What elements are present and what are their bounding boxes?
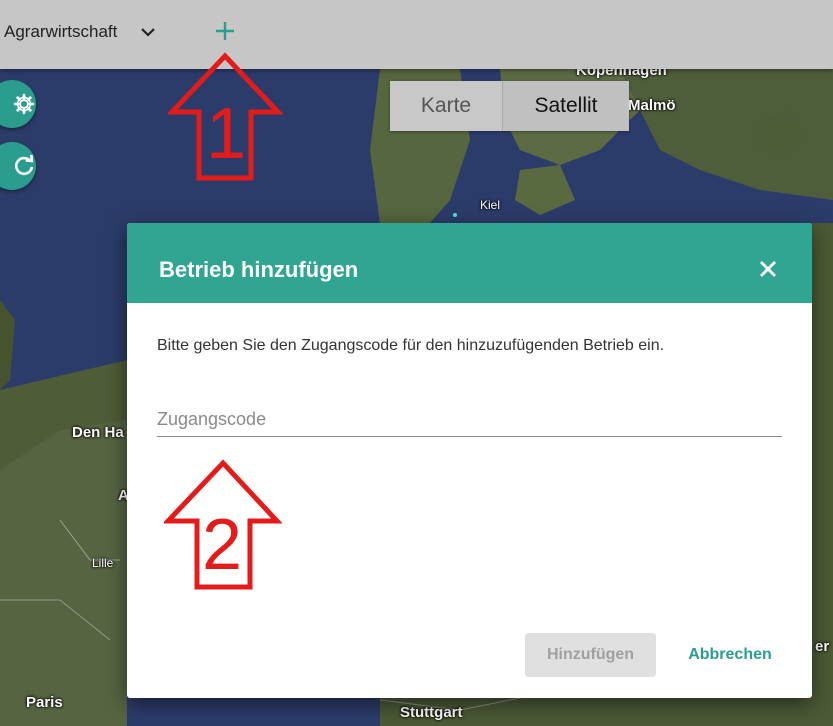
- map-type-karte[interactable]: Karte: [390, 81, 502, 131]
- farm-name: Agrarwirtschaft: [4, 22, 118, 41]
- map-type-toggle: Karte Satellit: [390, 81, 629, 131]
- map-label-kiel: Kiel: [480, 198, 501, 212]
- map-label-den-haag: Den Ha: [72, 424, 124, 441]
- annotation-number-1: 1: [206, 94, 247, 174]
- top-bar: Agrarwirtschaft: [0, 0, 833, 69]
- chevron-down-icon: [141, 28, 156, 37]
- access-code-input[interactable]: [157, 403, 782, 437]
- cancel-button[interactable]: Abbrechen: [675, 633, 785, 677]
- map-label-stuttgart: Stuttgart: [400, 704, 463, 721]
- map-label-malmo: Malmö: [628, 97, 676, 114]
- add-button[interactable]: Hinzufügen: [525, 633, 656, 677]
- annotation-number-2: 2: [202, 505, 243, 585]
- add-farm-button[interactable]: [210, 16, 240, 46]
- plus-icon: [216, 22, 234, 40]
- refresh-icon: [14, 154, 34, 176]
- dialog-description: Bitte geben Sie den Zugangscode für den …: [157, 337, 665, 354]
- annotation-arrow-1: 1: [166, 52, 284, 182]
- map-type-satellit[interactable]: Satellit: [502, 81, 629, 131]
- map-label-paris: Paris: [26, 694, 63, 711]
- farm-selector[interactable]: Agrarwirtschaft: [4, 20, 157, 44]
- map-label-right-edge: er: [815, 638, 830, 655]
- close-icon[interactable]: [758, 259, 778, 279]
- map-label-lille: Lille: [92, 556, 114, 570]
- dialog-title: Betrieb hinzufügen: [159, 257, 359, 282]
- annotation-arrow-2: 2: [162, 459, 283, 591]
- dialog-header: Betrieb hinzufügen: [127, 223, 812, 303]
- gear-icon: [13, 93, 35, 115]
